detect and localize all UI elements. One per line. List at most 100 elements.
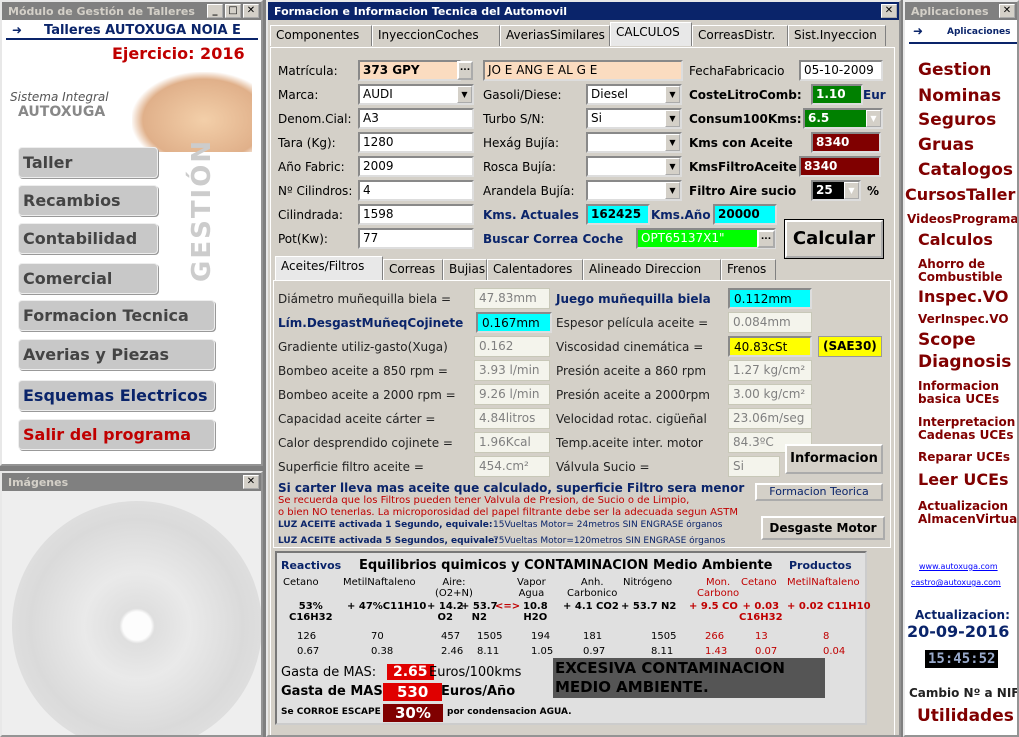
apps-titlebar[interactable]: Aplicaciones ✕ bbox=[905, 2, 1017, 20]
images-titlebar[interactable]: Imágenes ✕ bbox=[2, 473, 261, 491]
dropdown-icon[interactable]: ▼ bbox=[665, 158, 680, 175]
turbo-select[interactable]: Si ▼ bbox=[586, 108, 682, 129]
app-scope[interactable]: Scope bbox=[918, 331, 1017, 350]
email-link[interactable]: castro@autoxuga.com bbox=[911, 578, 1001, 587]
tab-inyeccioncoches[interactable]: InyeccionCoches bbox=[372, 25, 500, 46]
tab-correasdistr[interactable]: CorreasDistr. bbox=[692, 25, 788, 46]
tara-input[interactable]: 1280 bbox=[358, 132, 474, 153]
subtab-frenos[interactable]: Frenos bbox=[721, 259, 776, 280]
calcular-button[interactable]: Calcular bbox=[784, 219, 884, 259]
subtab-calentadores[interactable]: Calentadores bbox=[487, 259, 583, 280]
mass-value: 194 bbox=[531, 631, 551, 642]
website-link[interactable]: www.autoxuga.com bbox=[919, 562, 998, 571]
app-cursostaller[interactable]: CursosTaller bbox=[905, 186, 1017, 204]
subtab-aceitesfiltros[interactable]: Aceites/Filtros bbox=[275, 256, 383, 280]
menu-taller-button[interactable]: Taller bbox=[18, 147, 158, 178]
app-actualizacionalmacenvirtual[interactable]: Actualizacion AlmacenVirtual bbox=[918, 500, 1017, 525]
dropdown-icon[interactable]: ▼ bbox=[665, 134, 680, 151]
row-label: Gradiente utiliz-gasto(Xuga) bbox=[278, 340, 448, 354]
pct-label: % bbox=[867, 184, 880, 198]
dropdown-icon[interactable]: ▼ bbox=[665, 110, 680, 127]
menu-esquemas-electricos-button[interactable]: Esquemas Electricos bbox=[18, 380, 215, 411]
app-inspecvo[interactable]: Inspec.VO bbox=[918, 288, 1017, 306]
dropdown-icon[interactable]: ▼ bbox=[665, 182, 680, 199]
app-informacionbasicauces[interactable]: Informacion basica UCEs bbox=[918, 380, 1017, 405]
consum-select[interactable]: 6.5 ▼ bbox=[803, 108, 883, 129]
app-diagnosis[interactable]: Diagnosis bbox=[918, 353, 1017, 372]
main-titlebar[interactable]: Formacion e Informacion Tecnica del Auto… bbox=[268, 2, 899, 20]
tab-componentes[interactable]: Componentes bbox=[270, 25, 372, 46]
kmsact-input[interactable]: 162425 bbox=[586, 204, 650, 225]
denom-input[interactable]: A3 bbox=[358, 108, 474, 129]
tab-calculos[interactable]: CALCULOS bbox=[610, 22, 692, 46]
menu-recambios-button[interactable]: Recambios bbox=[18, 185, 158, 216]
gasoli-select[interactable]: Diesel ▼ bbox=[586, 84, 682, 105]
hexag-l-label: Hexág Bujía: bbox=[483, 136, 559, 150]
cil-input[interactable]: 4 bbox=[358, 180, 474, 201]
pot-input[interactable]: 77 bbox=[358, 228, 474, 249]
menu-contabilidad-button[interactable]: Contabilidad bbox=[18, 223, 158, 254]
filtro-select[interactable]: 25 ▼ bbox=[811, 180, 861, 201]
buscar-button[interactable]: ... bbox=[757, 230, 775, 248]
app-nominas[interactable]: Nominas bbox=[918, 87, 1017, 106]
close-button[interactable]: ✕ bbox=[243, 4, 259, 18]
kmsano-input[interactable]: 20000 bbox=[713, 204, 777, 225]
-select[interactable]: ▼ bbox=[586, 132, 682, 153]
app-ahorrodecombustible[interactable]: Ahorro de Combustible bbox=[918, 258, 1017, 283]
dropdown-icon[interactable]: ▼ bbox=[844, 182, 859, 199]
menu-averias-y-piezas-button[interactable]: Averias y Piezas bbox=[18, 339, 215, 370]
tab-sistinyeccion[interactable]: Sist.Inyeccion bbox=[788, 25, 886, 46]
kmsfiltro-input[interactable]: 8340 bbox=[799, 156, 881, 177]
tab-averiassimilares[interactable]: AveriasSimilares bbox=[500, 25, 610, 46]
-select[interactable]: ▼ bbox=[586, 156, 682, 177]
subtab-bujias[interactable]: Bujias bbox=[443, 259, 487, 280]
menu-comercial-button[interactable]: Comercial bbox=[18, 263, 158, 294]
owner-input[interactable]: JO E ANG E AL G E bbox=[483, 60, 683, 81]
mole-value: 2.46 bbox=[441, 646, 464, 657]
contamination-panel: Reactivos Equilibrios quimicos y CONTAMIN… bbox=[275, 551, 871, 725]
close-button[interactable]: ✕ bbox=[881, 4, 897, 18]
cambio-nif-link[interactable]: Cambio Nº a NIF bbox=[909, 686, 1017, 700]
dropdown-icon[interactable]: ▼ bbox=[665, 86, 680, 103]
app-catalogos[interactable]: Catalogos bbox=[918, 161, 1017, 180]
matricula-lookup-button[interactable]: ... bbox=[457, 61, 473, 80]
cilindrada-input[interactable]: 1598 bbox=[358, 204, 474, 225]
fecha-input[interactable]: 05-10-2009 bbox=[799, 60, 883, 81]
anio-input[interactable]: 2009 bbox=[358, 156, 474, 177]
informacion-button[interactable]: Informacion bbox=[785, 444, 883, 474]
app-seguros[interactable]: Seguros bbox=[918, 111, 1017, 130]
marca-select[interactable]: AUDI ▼ bbox=[358, 84, 474, 105]
dropdown-icon[interactable]: ▼ bbox=[866, 110, 881, 127]
coste-l-label: CosteLitroComb: bbox=[689, 88, 802, 102]
app-interpretacioncadenasuces[interactable]: Interpretacion Cadenas UCEs bbox=[918, 416, 1017, 441]
app-verinspecvo[interactable]: VerInspec.VO bbox=[918, 313, 1017, 326]
minimize-button[interactable]: _ bbox=[207, 4, 223, 18]
close-button[interactable]: ✕ bbox=[999, 4, 1015, 18]
maximize-button[interactable]: □ bbox=[225, 4, 241, 18]
-select[interactable]: ▼ bbox=[586, 180, 682, 201]
app-gestion[interactable]: Gestion bbox=[918, 61, 1017, 80]
close-button[interactable]: ✕ bbox=[243, 475, 259, 489]
mass-value: 181 bbox=[583, 631, 603, 642]
formacion-teorica-button[interactable]: Formacion Teorica bbox=[755, 483, 883, 501]
filtro-l-label: Filtro Aire sucio bbox=[689, 184, 797, 198]
app-gruas[interactable]: Gruas bbox=[918, 136, 1017, 155]
subtab-correas[interactable]: Correas bbox=[383, 259, 443, 280]
kmsaceite-input[interactable]: 8340 bbox=[811, 132, 881, 153]
app-calculos[interactable]: Calculos bbox=[918, 231, 1017, 249]
app-leeruces[interactable]: Leer UCEs bbox=[918, 471, 1017, 489]
desgaste-motor-button[interactable]: Desgaste Motor bbox=[761, 516, 885, 540]
main-title: Formacion e Informacion Tecnica del Auto… bbox=[274, 4, 568, 18]
app-videosprogramas[interactable]: VideosProgramas bbox=[907, 213, 1017, 226]
app-repararuces[interactable]: Reparar UCEs bbox=[918, 451, 1017, 464]
utilidades-link[interactable]: Utilidades bbox=[917, 706, 1014, 726]
subtab-alineadodireccion[interactable]: Alineado Direccion bbox=[583, 259, 721, 280]
gestion-titlebar[interactable]: Módulo de Gestión de Talleres _ □ ✕ bbox=[2, 2, 261, 20]
rosca-l-label: Rosca Bujía: bbox=[483, 160, 557, 174]
coste-input[interactable]: 1.10 bbox=[811, 84, 863, 105]
buscar-input[interactable]: OPT65137X1" bbox=[636, 228, 776, 249]
menu-formacion-tecnica-button[interactable]: Formacion Tecnica bbox=[18, 300, 215, 331]
dropdown-icon[interactable]: ▼ bbox=[457, 86, 472, 103]
matricula-input[interactable]: 373 GPY bbox=[358, 60, 461, 81]
menu-salir-del-programa-button[interactable]: Salir del programa bbox=[18, 419, 215, 450]
